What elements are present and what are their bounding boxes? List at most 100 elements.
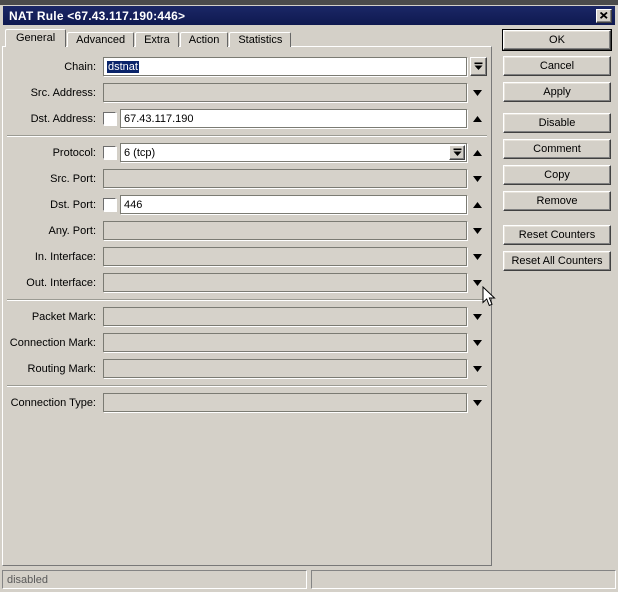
cancel-button[interactable]: Cancel [503, 56, 611, 76]
src-port-expand-button[interactable] [467, 169, 488, 188]
triangle-up-icon [473, 201, 482, 208]
src-address-input [103, 83, 467, 102]
window-frame-top [0, 0, 618, 5]
tab-action[interactable]: Action [179, 32, 229, 47]
field-row-connection-type: Connection Type: [3, 393, 491, 412]
field-row-any-port: Any. Port: [3, 221, 491, 240]
comment-button[interactable]: Comment [503, 139, 611, 159]
status-secondary [311, 570, 616, 589]
ok-button[interactable]: OK [503, 30, 611, 50]
src-port-label: Src. Port: [50, 172, 96, 185]
separator [7, 299, 487, 301]
field-row-out-interface: Out. Interface: [3, 273, 491, 292]
any-port-input [103, 221, 467, 240]
close-icon [600, 12, 608, 19]
remove-button[interactable]: Remove [503, 191, 611, 211]
dst-address-input[interactable]: 67.43.117.190 [120, 109, 467, 128]
dst-port-checkbox[interactable] [103, 198, 116, 211]
reset-counters-button[interactable]: Reset Counters [503, 225, 611, 245]
protocol-value: 6 (tcp) [124, 146, 156, 159]
field-row-protocol: Protocol: 6 (tcp) [3, 143, 491, 162]
protocol-input[interactable]: 6 (tcp) [120, 143, 467, 162]
out-interface-label: Out. Interface: [26, 276, 96, 289]
status-message: disabled [2, 570, 307, 589]
any-port-label: Any. Port: [48, 224, 96, 237]
triangle-down-icon [473, 279, 482, 286]
triangle-down-icon [473, 227, 482, 234]
field-row-in-interface: In. Interface: [3, 247, 491, 266]
protocol-label: Protocol: [52, 146, 96, 159]
packet-mark-input [103, 307, 467, 326]
routing-mark-expand-button[interactable] [467, 359, 488, 378]
dst-address-collapse-button[interactable] [467, 109, 488, 128]
packet-mark-expand-button[interactable] [467, 307, 488, 326]
chain-input[interactable]: dstnat [103, 57, 467, 76]
tab-statistics[interactable]: Statistics [229, 32, 292, 47]
src-port-input [103, 169, 467, 188]
reset-all-counters-button[interactable]: Reset All Counters [503, 251, 611, 271]
in-interface-label: In. Interface: [34, 250, 96, 263]
field-row-dst-port: Dst. Port: 446 [3, 195, 491, 214]
dst-port-label: Dst. Port: [50, 198, 96, 211]
routing-mark-input [103, 359, 467, 378]
field-row-chain: Chain: dstnat [3, 57, 491, 76]
disable-button[interactable]: Disable [503, 113, 611, 133]
triangle-up-icon [473, 115, 482, 122]
triangle-down-icon [473, 313, 482, 320]
protocol-dropdown-button[interactable] [449, 145, 465, 160]
in-interface-expand-button[interactable] [467, 247, 488, 266]
tab-bar: General Advanced Extra Action Statistics [5, 29, 292, 47]
out-interface-expand-button[interactable] [467, 273, 488, 292]
triangle-up-icon [473, 149, 482, 156]
connection-type-expand-button[interactable] [467, 393, 488, 412]
dropdown-icon [474, 62, 483, 71]
tab-advanced[interactable]: Advanced [67, 32, 135, 47]
close-button[interactable] [596, 8, 612, 23]
general-tab-page: Chain: dstnat Src. Address: Dst. Address… [2, 46, 492, 566]
dst-port-input[interactable]: 446 [120, 195, 467, 214]
field-row-src-port: Src. Port: [3, 169, 491, 188]
protocol-checkbox[interactable] [103, 146, 116, 159]
window-title: NAT Rule <67.43.117.190:446> [9, 8, 186, 23]
connection-mark-label: Connection Mark: [9, 336, 96, 349]
field-row-dst-address: Dst. Address: 67.43.117.190 [3, 109, 491, 128]
action-button-column: OK Cancel Apply Disable Comment Copy Rem… [502, 30, 614, 277]
status-bar: disabled [2, 570, 616, 589]
in-interface-input [103, 247, 467, 266]
chain-value-selected: dstnat [107, 60, 139, 73]
nat-rule-dialog: { "window": { "title": "NAT Rule <67.43.… [0, 0, 618, 592]
dst-address-checkbox[interactable] [103, 112, 116, 125]
dst-port-collapse-button[interactable] [467, 195, 488, 214]
tab-extra[interactable]: Extra [135, 32, 179, 47]
triangle-down-icon [473, 253, 482, 260]
out-interface-input [103, 273, 467, 292]
separator [7, 135, 487, 137]
copy-button[interactable]: Copy [503, 165, 611, 185]
tab-general[interactable]: General [5, 29, 67, 47]
title-bar[interactable]: NAT Rule <67.43.117.190:446> [3, 6, 615, 25]
separator [7, 385, 487, 387]
field-row-connection-mark: Connection Mark: [3, 333, 491, 352]
any-port-expand-button[interactable] [467, 221, 488, 240]
triangle-down-icon [473, 399, 482, 406]
triangle-down-icon [473, 339, 482, 346]
field-row-src-address: Src. Address: [3, 83, 491, 102]
connection-mark-input [103, 333, 467, 352]
connection-type-input [103, 393, 467, 412]
routing-mark-label: Routing Mark: [27, 362, 96, 375]
packet-mark-label: Packet Mark: [31, 310, 96, 323]
triangle-down-icon [473, 89, 482, 96]
dropdown-icon [453, 148, 462, 157]
dst-address-label: Dst. Address: [30, 112, 96, 125]
chain-dropdown-button[interactable] [469, 57, 487, 76]
src-address-expand-button[interactable] [467, 83, 488, 102]
triangle-down-icon [473, 365, 482, 372]
connection-type-label: Connection Type: [10, 396, 96, 409]
chain-label: Chain: [64, 60, 96, 73]
connection-mark-expand-button[interactable] [467, 333, 488, 352]
field-row-routing-mark: Routing Mark: [3, 359, 491, 378]
src-address-label: Src. Address: [30, 86, 96, 99]
triangle-down-icon [473, 175, 482, 182]
protocol-collapse-button[interactable] [467, 143, 488, 162]
apply-button[interactable]: Apply [503, 82, 611, 102]
